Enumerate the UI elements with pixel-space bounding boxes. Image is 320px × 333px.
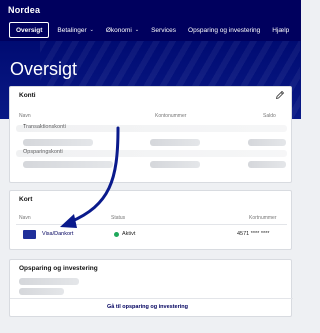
nav-label: Betalinger — [57, 26, 87, 34]
chevron-down-icon: ⌄ — [89, 27, 94, 33]
konti-card: Konti Navn Kontonummer Saldo Transaktion… — [9, 86, 292, 183]
card-name-link[interactable]: Visa/Dankort — [42, 231, 73, 237]
row-divider — [10, 298, 293, 299]
card-thumbnail-icon — [23, 230, 36, 239]
opsparing-title: Opsparing og investering — [19, 265, 98, 272]
nordea-logo[interactable]: Nordea — [8, 5, 40, 15]
konti-title: Konti — [19, 92, 36, 99]
col-header-number: Kontonummer — [155, 113, 187, 119]
card-number: 4571 **** **** — [237, 231, 270, 237]
status-active-icon — [114, 232, 119, 237]
redacted-line — [19, 288, 64, 295]
card-status: Aktivt — [122, 231, 136, 237]
page-title: Oversigt — [10, 59, 78, 79]
nav-opsparing[interactable]: Opsparing og investering — [182, 19, 266, 41]
account-name-redacted[interactable] — [23, 139, 93, 146]
group-row-bg — [16, 150, 287, 157]
col-header-name: Navn — [19, 113, 31, 119]
nav-hjaelp[interactable]: Hjælp — [266, 19, 295, 41]
opsparing-link[interactable]: Gå til opsparing og investering — [107, 304, 188, 310]
col-header-status: Status — [111, 215, 126, 221]
nav-services[interactable]: Services — [145, 19, 182, 41]
account-number-redacted — [150, 139, 200, 146]
nav-okonomi[interactable]: Økonomi ⌄ — [100, 19, 145, 41]
pencil-icon[interactable] — [275, 90, 285, 100]
redacted-line — [19, 278, 79, 285]
nav-label: Oversigt — [16, 26, 43, 34]
nav-label: Økonomi — [105, 26, 132, 34]
nav-label: Opsparing og investering — [188, 26, 261, 34]
account-name-redacted[interactable] — [23, 161, 113, 168]
nav-label: Services — [151, 26, 177, 34]
nav-oversigt[interactable]: Oversigt — [9, 22, 50, 38]
kort-title: Kort — [19, 196, 33, 203]
account-balance-redacted — [248, 139, 286, 146]
main-nav: Oversigt Betalinger ⌄ Økonomi ⌄ Services O… — [0, 19, 301, 41]
row-divider — [16, 224, 287, 225]
kort-card: Kort Navn Status Kortnummer Visa/Dankort… — [9, 190, 292, 250]
nav-label: Hjælp — [272, 26, 290, 34]
chevron-down-icon: ⌄ — [134, 27, 140, 33]
nav-betalinger[interactable]: Betalinger ⌄ — [51, 19, 99, 41]
col-header-balance: Saldo — [263, 113, 276, 119]
col-header-card-number: Kortnummer — [249, 215, 277, 221]
col-header-name: Navn — [19, 215, 31, 221]
group-row-bg — [16, 125, 287, 132]
opsparing-card: Opsparing og investering Gå til opsparin… — [9, 259, 293, 317]
account-balance-redacted — [248, 161, 286, 168]
account-number-redacted — [150, 161, 200, 168]
